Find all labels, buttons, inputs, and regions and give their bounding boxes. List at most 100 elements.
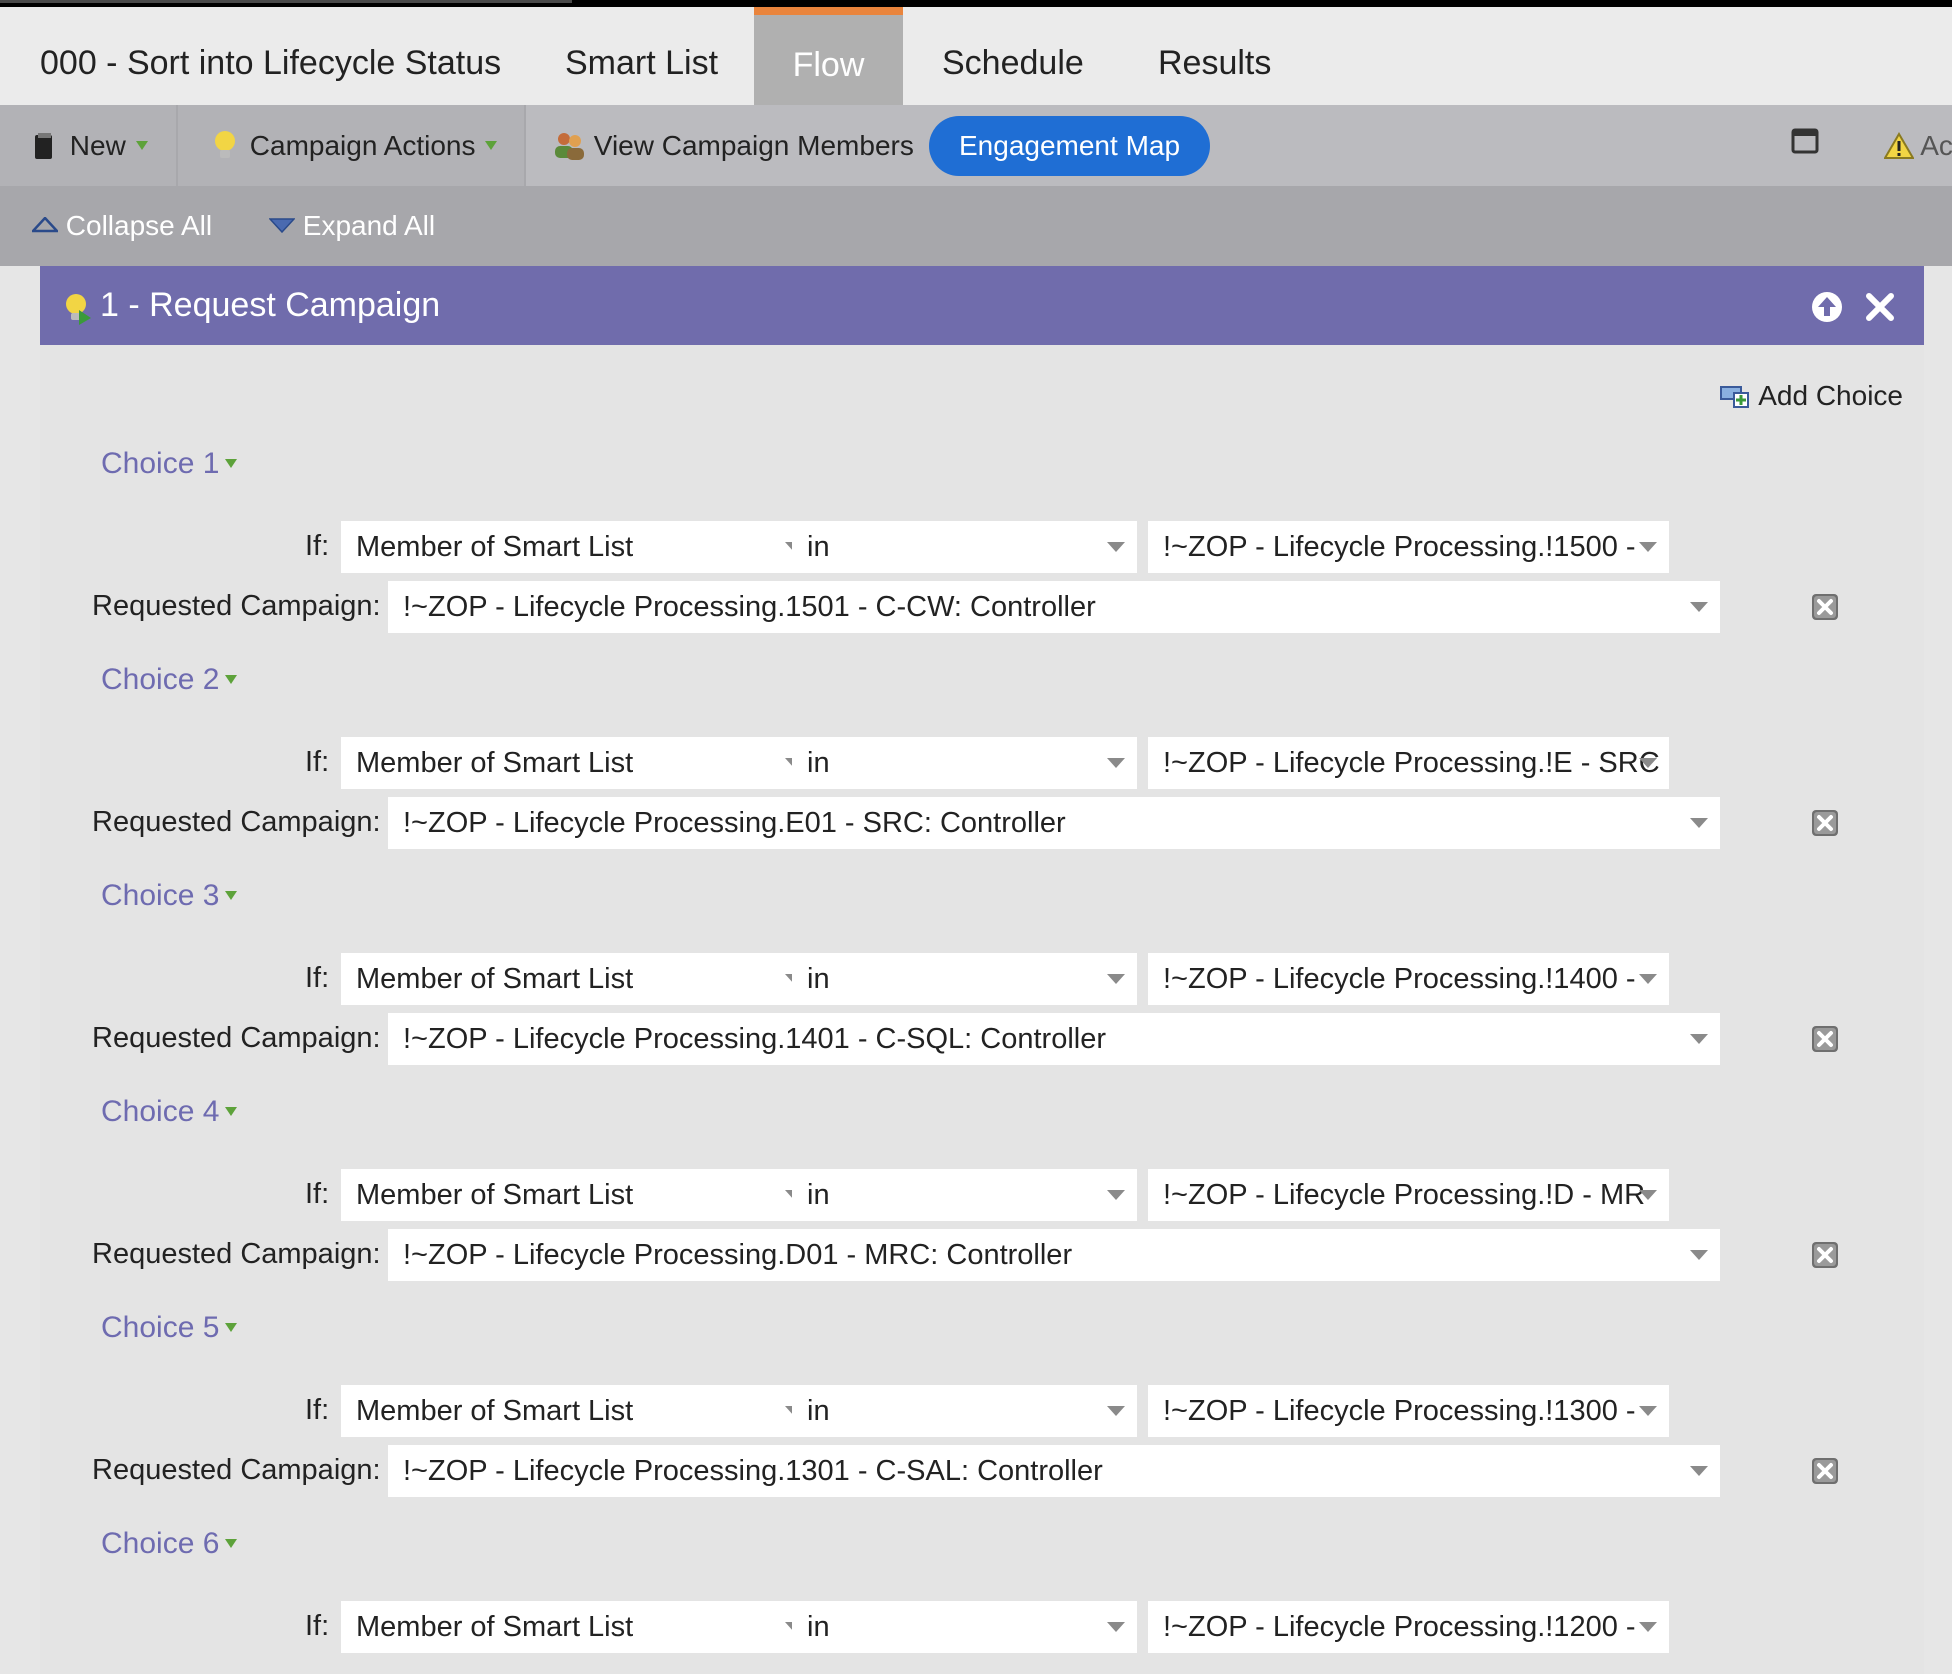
flow-step-title: 1 - Request Campaign [100,286,441,324]
condition-dropdown[interactable]: Member of Smart List [341,1601,815,1653]
new-menu-label: New [69,130,126,161]
if-label: If: [305,1394,330,1426]
activation-warning-label: Act [1920,130,1952,161]
operator-dropdown[interactable]: in [792,521,1137,573]
campaign-name-tab[interactable]: 000 - Sort into Lifecycle Status [40,7,501,105]
if-label: If: [305,1610,330,1642]
operator-value: in [807,1179,830,1211]
view-campaign-members-button[interactable]: View Campaign Members [552,105,914,186]
add-choice-button[interactable]: Add Choice [1720,376,1903,416]
window-toggle-button[interactable] [1791,127,1819,163]
dropdown-arrow-icon [1690,1466,1708,1476]
close-icon[interactable] [1865,292,1895,322]
smart-list-dropdown[interactable]: !~ZOP - Lifecycle Processing.!1200 - [1148,1601,1669,1653]
condition-value: Member of Smart List [356,963,634,995]
requested-campaign-dropdown[interactable]: !~ZOP - Lifecycle Processing.D01 - MRC: … [388,1229,1720,1281]
choice-header[interactable]: Choice 6 [101,1524,238,1564]
delete-choice-icon[interactable] [1811,1457,1839,1485]
operator-value: in [807,963,830,995]
window-icon [1791,128,1819,154]
toolbar-divider [524,105,526,186]
tab-flow[interactable]: Flow [754,7,903,105]
collapse-all-button[interactable]: Collapse All [30,186,212,266]
if-label: If: [305,1178,330,1210]
condition-dropdown[interactable]: Member of Smart List [341,1169,815,1221]
smart-list-value: !~ZOP - Lifecycle Processing.!1300 - [1163,1395,1636,1427]
move-up-icon[interactable] [1811,291,1843,323]
condition-dropdown[interactable]: Member of Smart List [341,521,815,573]
choice-header[interactable]: Choice 3 [101,876,238,916]
smart-list-dropdown[interactable]: !~ZOP - Lifecycle Processing.!1300 - [1148,1385,1669,1437]
choice-label: Choice 1 [101,447,220,480]
dropdown-arrow-icon [1107,1190,1125,1200]
smart-list-dropdown[interactable]: !~ZOP - Lifecycle Processing.!E - SRC [1148,737,1669,789]
dropdown-arrow-icon [1639,1622,1657,1632]
tab-smart-list[interactable]: Smart List [565,7,718,105]
chevron-down-icon [225,458,238,468]
activation-warning-button[interactable]: Act [1883,105,1952,186]
top-highlight [0,0,572,3]
operator-value: in [807,1611,830,1643]
delete-choice-icon[interactable] [1811,593,1839,621]
smart-list-dropdown[interactable]: !~ZOP - Lifecycle Processing.!1400 - [1148,953,1669,1005]
dropdown-arrow-icon [1107,1406,1125,1416]
choice-header[interactable]: Choice 2 [101,660,238,700]
tab-bar: 000 - Sort into Lifecycle Status Smart L… [0,7,1952,105]
smart-list-dropdown[interactable]: !~ZOP - Lifecycle Processing.!1500 - [1148,521,1669,573]
dropdown-arrow-icon [1639,542,1657,552]
choice-header[interactable]: Choice 1 [101,444,238,484]
chevron-down-icon [225,1538,238,1548]
campaign-actions-label: Campaign Actions [249,130,476,161]
operator-value: in [807,531,830,563]
delete-choice-icon[interactable] [1811,809,1839,837]
requested-campaign-value: !~ZOP - Lifecycle Processing.D01 - MRC: … [403,1239,1073,1271]
condition-dropdown[interactable]: Member of Smart List [341,1385,815,1437]
view-campaign-members-label: View Campaign Members [593,130,914,161]
chevron-down-icon [225,674,238,684]
requested-campaign-label: Requested Campaign: [92,590,381,622]
add-choice-icon [1720,385,1749,408]
campaign-actions-button[interactable]: Campaign Actions [214,105,498,186]
operator-dropdown[interactable]: in [792,1601,1137,1653]
chevron-down-icon [225,1322,238,1332]
choice-header[interactable]: Choice 5 [101,1308,238,1348]
if-label: If: [305,530,330,562]
requested-campaign-value: !~ZOP - Lifecycle Processing.E01 - SRC: … [403,807,1066,839]
delete-choice-icon[interactable] [1811,1025,1839,1053]
requested-campaign-value: !~ZOP - Lifecycle Processing.1301 - C-SA… [403,1455,1103,1487]
dropdown-arrow-icon [1639,758,1657,768]
dropdown-arrow-icon [1107,974,1125,984]
operator-dropdown[interactable]: in [792,953,1137,1005]
collapse-expand-bar: Collapse All Expand All [0,186,1952,266]
requested-campaign-label: Requested Campaign: [92,806,381,838]
dropdown-arrow-icon [1690,818,1708,828]
condition-dropdown[interactable]: Member of Smart List [341,737,815,789]
requested-campaign-dropdown[interactable]: !~ZOP - Lifecycle Processing.1401 - C-SQ… [388,1013,1720,1065]
dropdown-arrow-icon [1690,1034,1708,1044]
smart-list-value: !~ZOP - Lifecycle Processing.!E - SRC [1163,747,1660,779]
condition-value: Member of Smart List [356,1395,634,1427]
collapse-arrow-icon [30,215,60,232]
new-menu-button[interactable]: New [34,105,148,186]
requested-campaign-dropdown[interactable]: !~ZOP - Lifecycle Processing.E01 - SRC: … [388,797,1720,849]
engagement-map-button[interactable]: Engagement Map [929,116,1211,176]
operator-dropdown[interactable]: in [792,1169,1137,1221]
dropdown-arrow-icon [1639,1406,1657,1416]
tab-results[interactable]: Results [1158,7,1271,105]
condition-dropdown[interactable]: Member of Smart List [341,953,815,1005]
dropdown-arrow-icon [1690,602,1708,612]
operator-dropdown[interactable]: in [792,737,1137,789]
smart-list-dropdown[interactable]: !~ZOP - Lifecycle Processing.!D - MR [1148,1169,1669,1221]
people-icon [555,132,584,160]
if-label: If: [305,746,330,778]
expand-all-button[interactable]: Expand All [268,186,436,266]
chevron-down-icon [485,141,498,151]
dropdown-arrow-icon [1690,1250,1708,1260]
requested-campaign-dropdown[interactable]: !~ZOP - Lifecycle Processing.1301 - C-SA… [388,1445,1720,1497]
choice-header[interactable]: Choice 4 [101,1092,238,1132]
tab-schedule[interactable]: Schedule [942,7,1084,105]
delete-choice-icon[interactable] [1811,1241,1839,1269]
operator-dropdown[interactable]: in [792,1385,1137,1437]
requested-campaign-dropdown[interactable]: !~ZOP - Lifecycle Processing.1501 - C-CW… [388,581,1720,633]
expand-all-label: Expand All [302,210,436,241]
